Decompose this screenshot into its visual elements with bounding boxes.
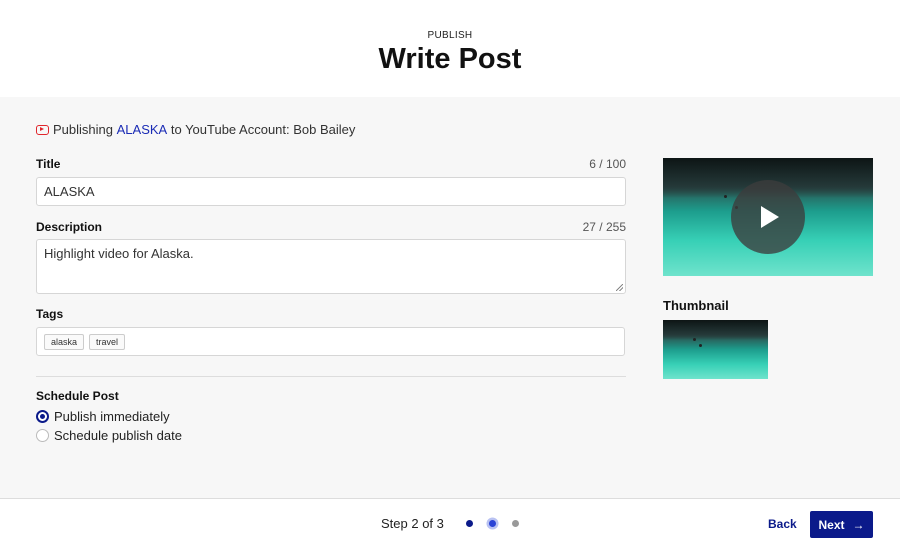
step-indicator-text: Step 2 of 3 (381, 516, 444, 531)
description-label: Description (36, 220, 103, 234)
thumbnail-label: Thumbnail (663, 298, 729, 313)
video-scene-detail (724, 195, 727, 198)
thumbnail-image[interactable] (663, 320, 768, 379)
thumbnail-scene-detail (699, 344, 702, 347)
radio-unchecked-icon[interactable] (36, 429, 49, 442)
step-dot-1 (466, 520, 473, 527)
schedule-label: Schedule Post (36, 389, 119, 403)
radio-checked-icon[interactable] (36, 410, 49, 423)
video-name-link[interactable]: ALASKA (117, 122, 168, 137)
play-icon[interactable] (731, 180, 805, 254)
description-counter: 27 / 255 (582, 220, 626, 234)
title-input-value: ALASKA (44, 184, 95, 199)
arrow-right-icon: → (852, 517, 865, 532)
step-dot-2 (489, 520, 496, 527)
page-title: Write Post (378, 43, 522, 75)
footer-bar: Step 2 of 3 Back Next → (0, 498, 900, 547)
youtube-icon (36, 124, 49, 135)
thumbnail-scene-detail (693, 338, 696, 341)
description-value: Highlight video for Alaska. (44, 246, 194, 261)
thumbnail-scene (663, 320, 768, 340)
title-label: Title (36, 157, 61, 171)
title-input[interactable]: ALASKA (36, 177, 626, 206)
page-eyebrow: PUBLISH (427, 30, 473, 41)
description-textarea[interactable]: Highlight video for Alaska. (36, 239, 626, 294)
schedule-date-option[interactable]: Schedule publish date (36, 428, 182, 443)
resize-handle-icon[interactable] (616, 284, 623, 291)
publishing-prefix: Publishing (53, 122, 113, 137)
publish-immediately-option[interactable]: Publish immediately (36, 409, 170, 424)
tags-label: Tags (36, 307, 64, 321)
step-dot-3 (512, 520, 519, 527)
next-button[interactable]: Next → (810, 511, 873, 538)
tags-input[interactable]: alaska travel (36, 327, 625, 356)
radio-label: Publish immediately (54, 409, 170, 424)
section-divider (36, 376, 626, 377)
page-header: PUBLISH Write Post (0, 0, 900, 97)
publishing-info: Publishing ALASKA to YouTube Account: Bo… (36, 122, 355, 137)
tag-chip[interactable]: alaska (44, 333, 85, 350)
video-preview[interactable] (663, 158, 873, 276)
next-button-label: Next (818, 517, 845, 532)
tag-chip[interactable]: travel (89, 333, 126, 350)
publishing-suffix: to YouTube Account: Bob Bailey (170, 122, 356, 137)
back-button[interactable]: Back (760, 514, 805, 534)
title-counter: 6 / 100 (589, 157, 626, 171)
radio-label: Schedule publish date (54, 428, 182, 443)
